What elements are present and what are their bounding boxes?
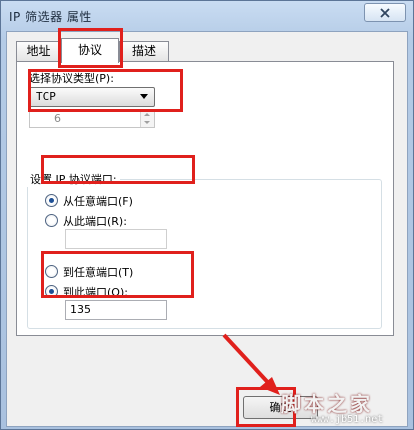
window-title: IP 筛选器 属性	[9, 10, 92, 24]
tab-description-label: 描述	[131, 44, 156, 58]
title-bar: IP 筛选器 属性	[1, 1, 413, 31]
close-icon	[380, 7, 390, 18]
tab-description[interactable]: 描述	[119, 41, 169, 62]
from-port-input[interactable]	[65, 229, 167, 249]
highlight-protocol-tab	[58, 28, 123, 68]
arrow-up-icon	[144, 113, 150, 116]
tab-address-label: 地址	[26, 44, 51, 58]
tab-address[interactable]: 地址	[16, 41, 61, 62]
protocol-number-stepper: 6	[29, 110, 155, 128]
arrow-down-icon	[144, 121, 150, 124]
watermark-logo: 脚本之家 www.jb51.net	[231, 388, 401, 428]
radio-from-this-port[interactable]	[45, 214, 58, 227]
highlight-protocol-type	[28, 69, 183, 112]
watermark-brand: 脚本之家	[281, 392, 373, 416]
protocol-number-value: 6	[54, 112, 61, 125]
highlight-from-any-port	[41, 155, 195, 184]
to-port-input[interactable]: 135	[65, 300, 167, 320]
highlight-to-this-port	[41, 251, 194, 298]
to-port-value: 135	[70, 303, 91, 316]
from-any-port-label: 从任意端口(F)	[63, 195, 133, 208]
stepper-buttons	[140, 111, 154, 127]
close-button[interactable]	[364, 3, 406, 22]
ip-filter-properties-window: IP 筛选器 属性 地址 协议 描述 选择协议类型(P): TCP 6 设置 I…	[0, 0, 414, 430]
from-this-port-label: 从此端口(R):	[63, 215, 127, 228]
radio-from-any-port[interactable]	[45, 194, 58, 207]
watermark-url: www.jb51.net	[311, 414, 384, 425]
